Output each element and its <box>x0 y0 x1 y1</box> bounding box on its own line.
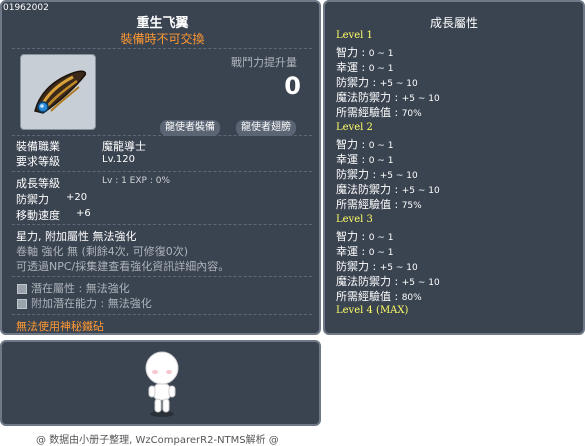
stat-name: 智力 : <box>336 230 369 243</box>
growth-stat-row: 防禦力 : +5 ~ 10 <box>336 258 418 274</box>
dragon-wings-button[interactable]: 龍使者翅膀 <box>236 120 296 136</box>
character-preview-panel <box>0 340 321 426</box>
stat-name: 魔法防禦力 : <box>336 275 402 288</box>
dragon-equip-button[interactable]: 龍使者裝備 <box>160 120 220 136</box>
stat-value: 0 ~ 1 <box>368 156 394 166</box>
item-icon-frame <box>20 54 96 130</box>
required-level-label: 要求等級 <box>16 155 60 168</box>
growth-level-4-header: Level 4 (MAX) <box>336 305 409 316</box>
required-level-value: Lv.120 <box>102 154 135 165</box>
growth-stat-row: 所需經驗值 : 80% <box>336 288 422 304</box>
growth-level-3-header: Level 3 <box>336 214 373 225</box>
item-name: 重生飞翼 <box>136 16 189 31</box>
source-footer-note: @ 数据由小册子整理, WzComparerR2-NTMS解析 @ <box>36 435 279 446</box>
stat-value: +5 ~ 10 <box>379 79 418 89</box>
stat-value: 0 ~ 1 <box>368 49 394 59</box>
character-avatar <box>145 351 179 417</box>
starforce-note: 星力, 附加屬性 無法強化 <box>16 230 137 243</box>
required-job-value: 魔龍導士 <box>102 140 146 153</box>
stat-name: 智力 : <box>336 138 369 151</box>
stat-value: +5 ~ 10 <box>379 171 418 181</box>
stat-name: 幸運 : <box>336 61 369 74</box>
stat-value: +5 ~ 10 <box>401 94 440 104</box>
combat-power-value: 0 <box>284 72 301 100</box>
stat-name: 魔法防禦力 : <box>336 183 402 196</box>
stat-value: +5 ~ 10 <box>379 263 418 273</box>
growth-level-label: 成長等級 <box>16 177 60 190</box>
speed-value: +6 <box>76 208 91 219</box>
stat-name: 防禦力 : <box>336 76 380 89</box>
growth-stat-row: 智力 : 0 ~ 1 <box>336 136 393 152</box>
stat-name: 防禦力 : <box>336 260 380 273</box>
defense-value: +20 <box>66 192 88 203</box>
divider <box>12 314 312 315</box>
divider <box>12 48 312 49</box>
divider <box>12 224 312 225</box>
stat-name: 幸運 : <box>336 245 369 258</box>
combat-power-label: 戰鬥力提升量 <box>231 56 297 69</box>
growth-stat-row: 幸運 : 0 ~ 1 <box>336 151 393 167</box>
divider <box>12 171 312 172</box>
stat-value: 0 ~ 1 <box>368 233 394 243</box>
growth-attributes-panel: 成長屬性 Level 1 智力 : 0 ~ 1 幸運 : 0 ~ 1 防禦力 :… <box>323 0 585 335</box>
stat-name: 所需經驗值 : <box>336 198 402 211</box>
growth-stat-row: 智力 : 0 ~ 1 <box>336 228 393 244</box>
stat-name: 魔法防禦力 : <box>336 91 402 104</box>
growth-stat-row: 所需經驗值 : 70% <box>336 104 422 120</box>
no-mystic-anvil-note: 無法使用神秘鐵砧 <box>16 320 104 333</box>
stat-value: 0 ~ 1 <box>368 248 394 258</box>
stat-name: 所需經驗值 : <box>336 290 402 303</box>
item-tooltip-panel: 01962002 重生飞翼 裝備時不可交換 戰鬥力提升量 0 龍使者裝備 龍使者… <box>0 0 321 335</box>
growth-stat-row: 幸運 : 0 ~ 1 <box>336 59 393 75</box>
growth-stat-row: 魔法防禦力 : +5 ~ 10 <box>336 89 440 105</box>
scroll-upgrade-info: 卷軸 強化 無 (剩餘4次, 可修復0次) <box>16 245 189 258</box>
additional-potential-label: 附加潛在能力 : 無法強化 <box>31 297 152 310</box>
stat-name: 幸運 : <box>336 153 369 166</box>
stat-name: 防禦力 : <box>336 168 380 181</box>
stat-value: +5 ~ 10 <box>401 278 440 288</box>
growth-level-1-header: Level 1 <box>336 30 373 41</box>
stat-value: 0 ~ 1 <box>368 64 394 74</box>
growth-attributes-title: 成長屬性 <box>429 16 478 30</box>
stat-value: 0 ~ 1 <box>368 141 394 151</box>
stat-value: 75% <box>401 201 422 211</box>
divider <box>12 276 312 277</box>
growth-level-2-header: Level 2 <box>336 122 373 133</box>
trade-restriction-note: 裝備時不可交換 <box>120 32 205 46</box>
required-job-label: 裝備職業 <box>16 140 60 153</box>
divider <box>12 135 312 136</box>
growth-stat-row: 所需經驗值 : 75% <box>336 196 422 212</box>
growth-stat-row: 防禦力 : +5 ~ 10 <box>336 166 418 182</box>
speed-label: 移動速度 <box>16 209 60 222</box>
stat-name: 智力 : <box>336 46 369 59</box>
stat-value: +5 ~ 10 <box>401 186 440 196</box>
potential-lock-icon <box>17 284 27 294</box>
growth-stat-row: 智力 : 0 ~ 1 <box>336 44 393 60</box>
potential-label: 潛在屬性 : 無法強化 <box>31 282 130 295</box>
growth-stat-row: 魔法防禦力 : +5 ~ 10 <box>336 181 440 197</box>
growth-stat-row: 防禦力 : +5 ~ 10 <box>336 74 418 90</box>
additional-potential-lock-icon <box>17 299 27 309</box>
npc-note: 可透過NPC/採集建查看強化資訊詳細內容。 <box>16 260 230 273</box>
defense-label: 防禦力 <box>16 193 49 206</box>
growth-stat-row: 魔法防禦力 : +5 ~ 10 <box>336 273 440 289</box>
stat-value: 70% <box>401 109 422 119</box>
growth-level-value: Lv : 1 EXP : 0% <box>102 176 170 186</box>
stat-value: 80% <box>401 293 422 303</box>
growth-stat-row: 幸運 : 0 ~ 1 <box>336 243 393 259</box>
stat-name: 所需經驗值 : <box>336 106 402 119</box>
golden-wing-icon <box>34 70 87 114</box>
